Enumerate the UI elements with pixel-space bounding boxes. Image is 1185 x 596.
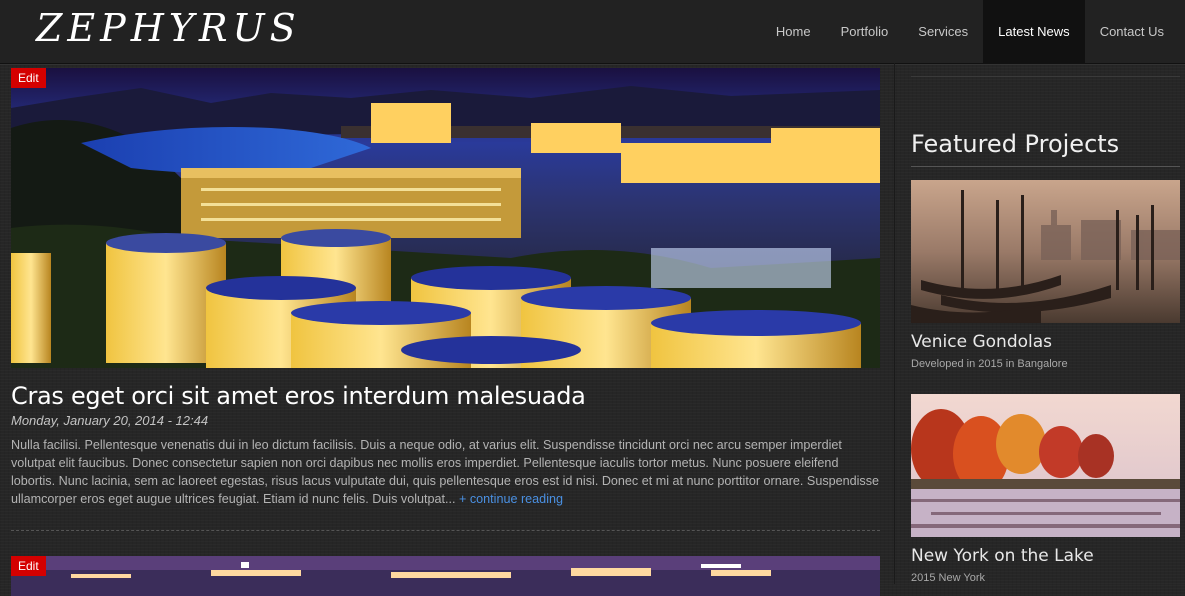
- venice-gondolas-image: [911, 180, 1180, 323]
- sidebar-separator: [894, 63, 895, 584]
- industrial-night-scene-image: [11, 68, 880, 368]
- edit-button[interactable]: Edit: [11, 68, 46, 88]
- sidebar-top-rule: [911, 76, 1180, 77]
- project-item: New York on the Lake 2015 New York: [911, 394, 1180, 584]
- edit-button-2[interactable]: Edit: [11, 556, 46, 576]
- nav-latest-news[interactable]: Latest News: [983, 0, 1085, 63]
- project-title[interactable]: Venice Gondolas: [911, 332, 1180, 352]
- project-item: Venice Gondolas Developed in 2015 in Ban…: [911, 180, 1180, 370]
- city-night-scene-image: [11, 556, 880, 596]
- site-header: ZEPHYRUS Home Portfolio Services Latest …: [0, 0, 1185, 64]
- post-divider: [11, 530, 880, 531]
- nav-portfolio[interactable]: Portfolio: [826, 0, 904, 63]
- project-meta: 2015 New York: [911, 572, 985, 584]
- project-title[interactable]: New York on the Lake: [911, 546, 1180, 566]
- continue-reading-link[interactable]: + continue reading: [459, 492, 563, 506]
- project-thumbnail[interactable]: [911, 180, 1180, 323]
- site-logo[interactable]: ZEPHYRUS: [36, 6, 301, 50]
- blog-post-2: Edit: [11, 556, 880, 596]
- post-excerpt: Nulla facilisi. Pellentesque venenatis d…: [11, 436, 880, 508]
- nav-home[interactable]: Home: [761, 0, 826, 63]
- new-york-lake-image: [911, 394, 1180, 537]
- featured-projects-title: Featured Projects: [911, 130, 1180, 167]
- main-nav: Home Portfolio Services Latest News Cont…: [761, 0, 1185, 63]
- post-2-featured-image[interactable]: [11, 556, 880, 596]
- post-featured-image[interactable]: Edit: [11, 68, 880, 368]
- post-title[interactable]: Cras eget orci sit amet eros interdum ma…: [11, 382, 880, 410]
- project-thumbnail[interactable]: [911, 394, 1180, 537]
- post-date: Monday, January 20, 2014 - 12:44: [11, 413, 209, 428]
- project-meta: Developed in 2015 in Bangalore: [911, 358, 1068, 370]
- blog-post: Edit Cras eget orci sit amet eros interd…: [11, 68, 880, 508]
- post-excerpt-text: Nulla facilisi. Pellentesque venenatis d…: [11, 438, 880, 506]
- nav-services[interactable]: Services: [903, 0, 983, 63]
- nav-contact-us[interactable]: Contact Us: [1085, 0, 1179, 63]
